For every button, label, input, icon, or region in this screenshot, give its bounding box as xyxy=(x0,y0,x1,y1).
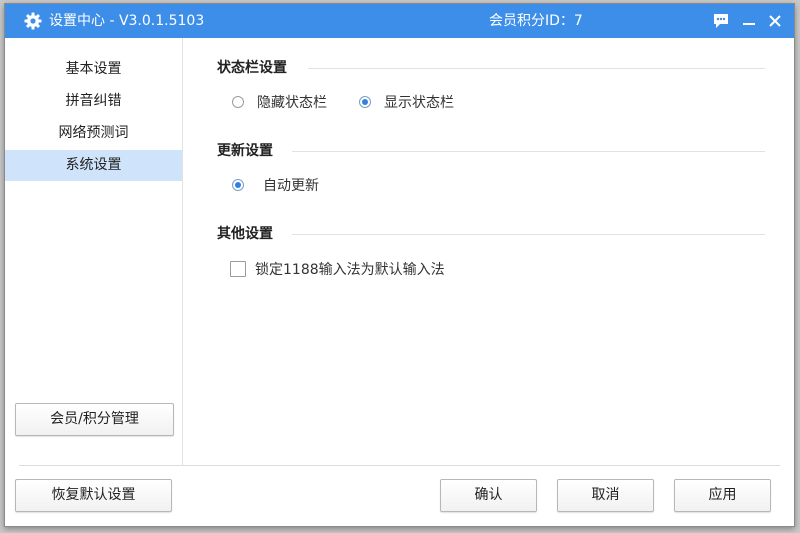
radio-show-statusbar[interactable]: 显示状态栏 xyxy=(359,93,469,113)
radio-checked[interactable] xyxy=(232,179,244,191)
restore-defaults-button[interactable]: 恢复默认设置 xyxy=(15,479,172,512)
member-points-id: 会员积分ID：7 xyxy=(489,13,583,29)
radio-label: 隐藏状态栏 xyxy=(257,95,327,111)
cancel-button[interactable]: 取消 xyxy=(557,479,654,512)
checkbox-label: 锁定1188输入法为默认输入法 xyxy=(255,262,445,278)
radio-hide-statusbar[interactable]: 隐藏状态栏 xyxy=(232,93,342,113)
section-title-other: 其他设置 xyxy=(217,226,273,242)
sidebar-item-basic-settings[interactable]: 基本设置 xyxy=(5,54,182,85)
confirm-button[interactable]: 确认 xyxy=(440,479,537,512)
divider xyxy=(308,68,765,69)
radio-label: 自动更新 xyxy=(263,178,319,194)
footer-divider xyxy=(19,465,780,466)
sidebar: 基本设置 拼音纠错 网络预测词 系统设置 xyxy=(5,38,183,466)
member-points-button[interactable]: 会员/积分管理 xyxy=(15,403,174,436)
radio-label: 显示状态栏 xyxy=(384,95,454,111)
divider xyxy=(292,234,765,235)
radio-checked[interactable] xyxy=(359,96,371,108)
divider xyxy=(292,151,765,152)
title-bar[interactable]: 设置中心 - V3.0.1.5103 会员积分ID：7 xyxy=(5,4,794,38)
gear-icon xyxy=(24,12,42,30)
section-title-update: 更新设置 xyxy=(217,143,273,159)
window-title: 设置中心 - V3.0.1.5103 xyxy=(49,13,205,29)
checkbox[interactable] xyxy=(230,261,246,277)
minimize-icon[interactable] xyxy=(739,11,759,31)
sidebar-item-pinyin-correction[interactable]: 拼音纠错 xyxy=(5,86,182,117)
sidebar-item-system-settings[interactable]: 系统设置 xyxy=(5,150,182,181)
radio-auto-update[interactable]: 自动更新 xyxy=(232,176,342,196)
radio-unchecked[interactable] xyxy=(232,96,244,108)
checkbox-lock-default-ime[interactable]: 锁定1188输入法为默认输入法 xyxy=(230,260,480,280)
close-icon[interactable] xyxy=(765,11,785,31)
message-icon[interactable] xyxy=(711,11,731,31)
section-title-statusbar: 状态栏设置 xyxy=(217,60,287,76)
settings-window: 设置中心 - V3.0.1.5103 会员积分ID：7 基本设置 拼音纠错 网络… xyxy=(4,3,795,527)
sidebar-item-network-prediction[interactable]: 网络预测词 xyxy=(5,118,182,149)
apply-button[interactable]: 应用 xyxy=(674,479,771,512)
